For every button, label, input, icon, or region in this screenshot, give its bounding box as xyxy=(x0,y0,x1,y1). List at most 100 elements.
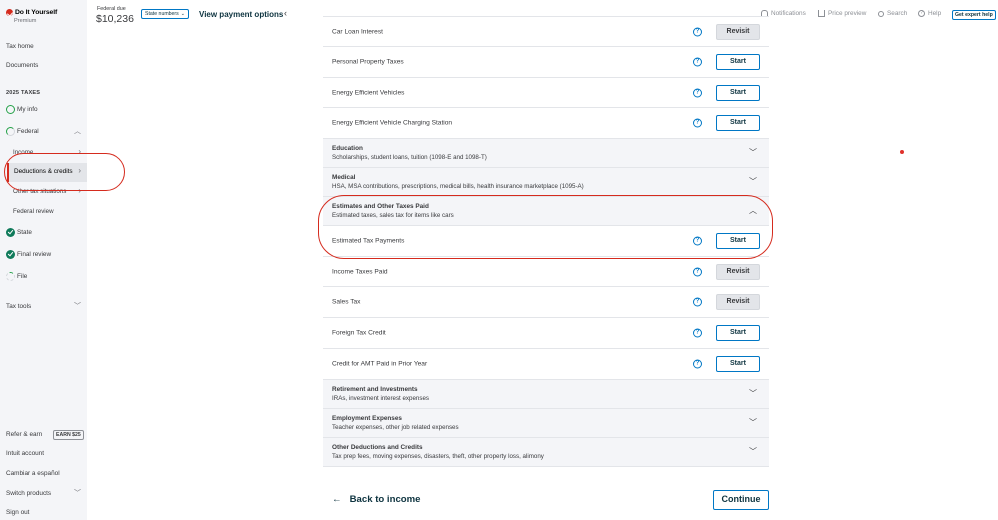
sidebar-item-file[interactable]: File xyxy=(0,267,87,285)
sidebar-item-federal-review[interactable]: Federal review xyxy=(13,208,54,215)
category-estimates-other-taxes[interactable]: Estimates and Other Taxes Paid Estimated… xyxy=(323,197,769,227)
search-icon xyxy=(878,10,884,17)
sidebar-item-label: Switch products xyxy=(6,489,52,497)
info-icon[interactable]: ? xyxy=(693,27,702,36)
help-label: Help xyxy=(928,10,942,17)
item-title: Energy Efficient Vehicle Charging Statio… xyxy=(332,119,453,127)
check-circle-icon xyxy=(6,249,15,259)
sidebar-item-label: File xyxy=(17,272,28,280)
revisit-button[interactable]: Revisit xyxy=(716,23,760,40)
sidebar-item-tax-tools[interactable]: Tax tools ﹀ xyxy=(0,297,87,315)
info-icon[interactable]: ? xyxy=(693,118,702,128)
chevron-right-icon: › xyxy=(78,147,81,156)
price-preview-button[interactable]: Price preview xyxy=(818,10,866,17)
search-button[interactable]: Search xyxy=(878,10,907,17)
sidebar-item-intuit-account[interactable]: Intuit account xyxy=(6,450,44,457)
start-button[interactable]: Start xyxy=(716,53,760,70)
list-item: Energy Efficient Vehicle Charging Statio… xyxy=(323,108,769,140)
sidebar-item-documents[interactable]: Documents xyxy=(6,62,38,69)
chevron-right-icon: › xyxy=(78,166,81,175)
category-title: Medical xyxy=(332,174,356,182)
list-item: Estimated Tax Payments ? Start xyxy=(323,226,769,257)
sidebar-item-label: Federal xyxy=(17,127,39,135)
sidebar-item-my-info[interactable]: My info xyxy=(0,100,87,118)
start-button[interactable]: Start xyxy=(716,84,760,101)
category-title: Estimates and Other Taxes Paid xyxy=(332,203,429,211)
sidebar-item-refer-earn[interactable]: Refer & earn xyxy=(6,431,42,438)
item-title: Energy Efficient Vehicles xyxy=(332,89,405,97)
back-to-income-link[interactable]: ← Back to income xyxy=(332,494,421,505)
sidebar-item-tax-home[interactable]: Tax home xyxy=(6,43,34,50)
category-retirement-investments[interactable]: Retirement and Investments IRAs, investm… xyxy=(323,379,769,409)
help-icon: ? xyxy=(918,10,925,17)
state-numbers-dropdown[interactable]: State numbers ⌄ xyxy=(141,9,190,19)
info-icon[interactable]: ? xyxy=(693,236,702,246)
item-title: Estimated Tax Payments xyxy=(332,237,405,245)
cart-icon xyxy=(818,10,825,17)
help-button[interactable]: ? Help xyxy=(918,10,941,17)
category-medical[interactable]: Medical HSA, MSA contributions, prescrip… xyxy=(323,168,769,198)
start-button[interactable]: Start xyxy=(716,355,760,372)
chevron-right-icon: › xyxy=(78,186,81,195)
item-title: Credit for AMT Paid in Prior Year xyxy=(332,360,428,368)
info-icon[interactable]: ? xyxy=(693,267,702,277)
get-expert-help-button[interactable]: Get expert help xyxy=(952,10,996,20)
sidebar-item-deductions-credits[interactable]: Deductions & credits › xyxy=(7,163,87,182)
sidebar-item-switch-products[interactable]: Switch products ﹀ xyxy=(0,484,87,502)
category-education[interactable]: Education Scholarships, student loans, t… xyxy=(323,139,769,169)
view-payment-options-link[interactable]: View payment options xyxy=(199,10,283,19)
chevron-down-icon: ⌄ xyxy=(180,11,186,17)
revisit-button[interactable]: Revisit xyxy=(716,263,760,280)
start-button[interactable]: Start xyxy=(716,324,760,341)
info-icon[interactable]: ? xyxy=(693,359,702,369)
category-title: Other Deductions and Credits xyxy=(332,443,423,451)
category-employment-expenses[interactable]: Employment Expenses Teacher expenses, ot… xyxy=(323,408,769,438)
sidebar-section-heading: 2025 TAXES xyxy=(6,90,41,96)
sidebar: Do It Yourself Premium Tax home Document… xyxy=(0,0,87,520)
list-item: Energy Efficient Vehicles ? Start xyxy=(323,77,769,109)
federal-due-label: Federal due xyxy=(97,6,126,12)
deductions-list: Car Loan Interest ? Revisit Personal Pro… xyxy=(323,16,769,467)
sidebar-item-sign-out[interactable]: Sign out xyxy=(6,509,29,516)
info-icon[interactable]: ? xyxy=(693,57,702,67)
chevron-up-icon: ︿ xyxy=(749,206,757,216)
category-description: Scholarships, student loans, tuition (10… xyxy=(332,154,487,162)
info-icon[interactable]: ? xyxy=(693,328,702,338)
item-title: Personal Property Taxes xyxy=(332,58,404,66)
chevron-down-icon: ﹀ xyxy=(749,417,757,427)
info-icon[interactable]: ? xyxy=(693,88,702,98)
progress-ring-icon xyxy=(6,271,15,281)
sidebar-item-state[interactable]: State xyxy=(0,223,87,241)
brand-title: Do It Yourself xyxy=(15,9,58,16)
list-item: Credit for AMT Paid in Prior Year ? Star… xyxy=(323,348,769,380)
search-label: Search xyxy=(887,10,908,17)
sidebar-item-federal[interactable]: Federal ︿ xyxy=(0,122,87,140)
sidebar-item-income[interactable]: Income xyxy=(13,149,33,156)
list-item: Income Taxes Paid ? Revisit xyxy=(323,256,769,288)
price-preview-label: Price preview xyxy=(828,10,867,17)
sidebar-item-label: Income xyxy=(13,149,34,156)
start-button[interactable]: Start xyxy=(716,115,760,132)
list-item: Personal Property Taxes ? Start xyxy=(323,47,769,78)
sidebar-item-final-review[interactable]: Final review xyxy=(0,245,87,263)
chevron-down-icon: ﹀ xyxy=(749,446,757,456)
info-icon[interactable]: ? xyxy=(693,297,702,307)
category-description: Teacher expenses, other job related expe… xyxy=(332,423,459,431)
state-numbers-label: State numbers xyxy=(145,11,179,17)
category-description: HSA, MSA contributions, prescriptions, m… xyxy=(332,183,584,191)
chevron-down-icon: ﹀ xyxy=(74,490,81,497)
chevron-down-icon: ﹀ xyxy=(74,303,81,310)
category-other-deductions-credits[interactable]: Other Deductions and Credits Tax prep fe… xyxy=(323,437,769,467)
continue-button[interactable]: Continue xyxy=(713,490,769,510)
brand-logo[interactable]: Do It Yourself xyxy=(6,9,57,16)
item-title: Car Loan Interest xyxy=(332,28,383,35)
sidebar-item-language[interactable]: Cambiar a español xyxy=(6,470,60,477)
item-title: Foreign Tax Credit xyxy=(332,329,386,337)
sidebar-item-other-tax-situations[interactable]: Other tax situations xyxy=(13,188,66,195)
sidebar-item-label: Deductions & credits xyxy=(14,168,73,175)
sidebar-item-label: My info xyxy=(17,105,38,113)
sidebar-item-label: Final review xyxy=(17,250,52,258)
start-button[interactable]: Start xyxy=(716,232,760,249)
chevron-left-icon[interactable]: ‹ xyxy=(284,8,287,18)
revisit-button[interactable]: Revisit xyxy=(716,294,760,311)
